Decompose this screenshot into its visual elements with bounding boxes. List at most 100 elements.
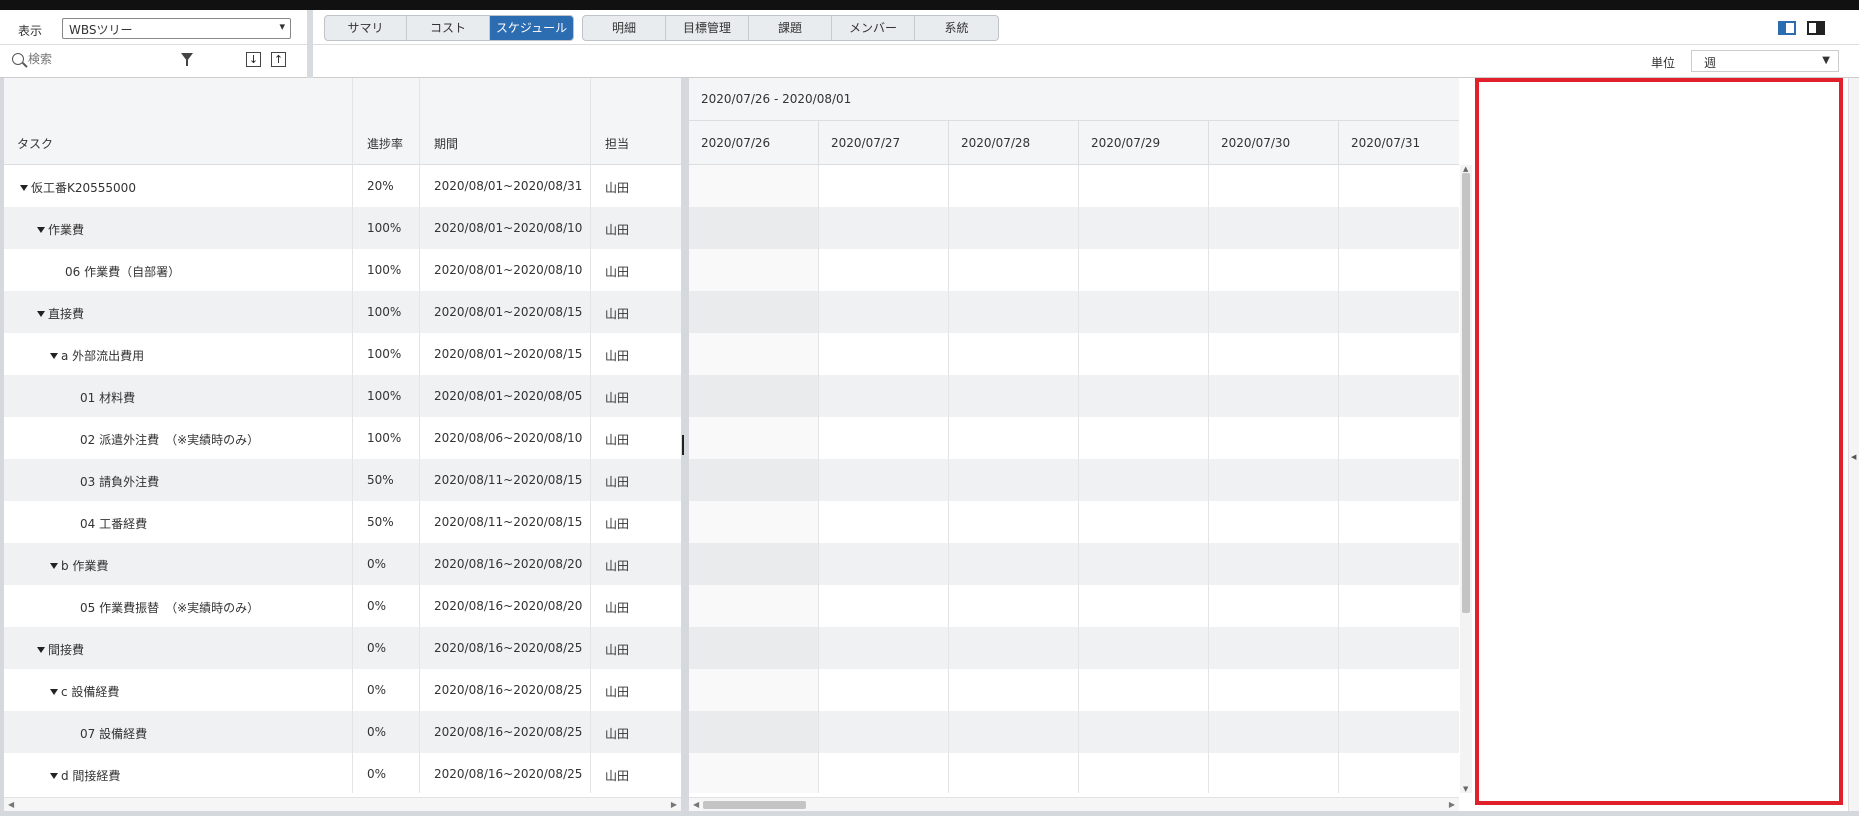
table-row[interactable]: b 作業費 0% 2020/08/16~2020/08/20 山田 (4, 543, 681, 585)
progress-cell: 50% (367, 515, 394, 529)
tab-5[interactable]: 系統 (915, 16, 998, 40)
period-cell: 2020/08/16~2020/08/25 (434, 767, 583, 781)
tab-3[interactable]: 課題 (749, 16, 832, 40)
gantt-horizontal-scrollbar[interactable]: ◀ ▶ (689, 797, 1459, 811)
expand-triangle-icon[interactable] (50, 773, 58, 779)
header-toolbar: 表示 WBSツリー ▾ サマリ コスト スケジュール 明細 目標管理 課題 メンバー 系統 (0, 10, 1859, 45)
detail-panel[interactable] (1475, 78, 1843, 805)
expand-triangle-icon[interactable] (50, 563, 58, 569)
progress-cell: 100% (367, 221, 402, 235)
task-name: d 間接経費 (61, 769, 121, 783)
task-name: 03 請負外注費 (80, 475, 160, 489)
gantt-gridline (1208, 165, 1209, 793)
expand-triangle-icon[interactable] (20, 185, 28, 191)
wbs-table-header: タスク 進捗率 期間 担当 (4, 78, 681, 165)
table-row[interactable]: 06 作業費（自部署） 100% 2020/08/01~2020/08/10 山田 (4, 249, 681, 291)
table-gantt-splitter[interactable] (681, 78, 689, 811)
table-row[interactable]: 03 請負外注費 50% 2020/08/11~2020/08/15 山田 (4, 459, 681, 501)
period-cell: 2020/08/16~2020/08/25 (434, 641, 583, 655)
table-row[interactable]: 作業費 100% 2020/08/01~2020/08/10 山田 (4, 207, 681, 249)
collapse-all-icon[interactable]: ↑ (271, 52, 286, 67)
table-row[interactable]: 07 設備経費 0% 2020/08/16~2020/08/25 山田 (4, 711, 681, 753)
scroll-up-icon[interactable]: ▲ (1463, 165, 1468, 173)
day-header: 2020/07/28 (949, 121, 1079, 165)
column-header-task[interactable]: タスク (17, 135, 53, 152)
gantt-vertical-scrollbar[interactable]: ▲ ▼ (1460, 165, 1472, 793)
column-header-period[interactable]: 期間 (434, 135, 458, 152)
task-cell: d 間接経費 (50, 767, 120, 784)
scroll-left-icon[interactable]: ◀ (8, 800, 14, 809)
expand-triangle-icon[interactable] (50, 689, 58, 695)
scroll-right-icon[interactable]: ▶ (1449, 800, 1455, 809)
unit-select[interactable]: 週 ▼ (1691, 50, 1839, 72)
tab-3[interactable]: スケジュール (490, 16, 573, 40)
task-name: 作業費 (48, 223, 85, 237)
table-row[interactable]: 仮工番K20555000 20% 2020/08/01~2020/08/31 山田 (4, 165, 681, 207)
search-input[interactable] (28, 52, 168, 66)
gantt-week-header: 2020/07/26 - 2020/08/01 (689, 78, 1459, 121)
expand-triangle-icon[interactable] (50, 353, 58, 359)
progress-cell: 50% (367, 473, 394, 487)
detail-panel-collapse[interactable]: ◀ (1848, 78, 1859, 811)
collapse-arrow-icon[interactable]: ◀ (1851, 453, 1856, 461)
expand-triangle-icon[interactable] (37, 311, 45, 317)
table-row[interactable]: 04 工番経費 50% 2020/08/11~2020/08/15 山田 (4, 501, 681, 543)
progress-cell: 100% (367, 305, 402, 319)
expand-triangle-icon[interactable] (37, 227, 45, 233)
chevron-down-icon: ▾ (279, 20, 285, 33)
splitter-grip[interactable] (682, 435, 684, 455)
gantt-gridline (1078, 165, 1079, 793)
day-header: 2020/07/30 (1209, 121, 1339, 165)
task-cell: 03 請負外注費 (80, 473, 159, 490)
task-name: 01 材料費 (80, 391, 136, 405)
column-header-owner[interactable]: 担当 (605, 135, 629, 152)
task-cell: 仮工番K20555000 (20, 179, 136, 196)
right-pane-layout-icon[interactable] (1807, 21, 1825, 35)
table-row[interactable]: 直接費 100% 2020/08/01~2020/08/15 山田 (4, 291, 681, 333)
tab-4[interactable]: メンバー (832, 16, 915, 40)
owner-cell: 山田 (605, 517, 630, 531)
task-cell: b 作業費 (50, 557, 108, 574)
table-row[interactable]: d 間接経費 0% 2020/08/16~2020/08/25 山田 (4, 753, 681, 793)
expand-all-icon[interactable]: ↓ (246, 52, 261, 67)
column-divider[interactable] (590, 78, 591, 793)
tab-1[interactable]: 明細 (583, 16, 666, 40)
day-header: 2020/07/31 (1339, 121, 1459, 165)
progress-cell: 20% (367, 179, 394, 193)
task-name: c 設備経費 (61, 685, 120, 699)
scrollbar-thumb[interactable] (703, 801, 806, 809)
owner-cell: 山田 (605, 181, 630, 195)
table-row[interactable]: 05 作業費振替 （※実績時のみ） 0% 2020/08/16~2020/08/20… (4, 585, 681, 627)
owner-cell: 山田 (605, 601, 630, 615)
task-name: 仮工番K20555000 (31, 181, 136, 195)
table-row[interactable]: 間接費 0% 2020/08/16~2020/08/25 山田 (4, 627, 681, 669)
tab-2[interactable]: コスト (407, 16, 490, 40)
column-header-progress[interactable]: 進捗率 (367, 135, 403, 152)
task-name: b 作業費 (61, 559, 109, 573)
period-cell: 2020/08/01~2020/08/05 (434, 389, 583, 403)
expand-triangle-icon[interactable] (37, 647, 45, 653)
table-row[interactable]: 01 材料費 100% 2020/08/01~2020/08/05 山田 (4, 375, 681, 417)
column-divider[interactable] (419, 78, 420, 793)
owner-cell: 山田 (605, 349, 630, 363)
period-cell: 2020/08/01~2020/08/15 (434, 347, 583, 361)
tab-1[interactable]: サマリ (325, 16, 407, 40)
weekend-shade (689, 165, 819, 793)
task-cell: 05 作業費振替 （※実績時のみ） (80, 599, 259, 616)
scroll-right-icon[interactable]: ▶ (671, 800, 677, 809)
scroll-down-icon[interactable]: ▼ (1463, 785, 1468, 793)
table-row[interactable]: 02 派遣外注費 （※実績時のみ） 100% 2020/08/06~2020/08/… (4, 417, 681, 459)
column-divider[interactable] (352, 78, 353, 793)
tab-2[interactable]: 目標管理 (666, 16, 749, 40)
gantt-gridline (818, 165, 819, 793)
display-select[interactable]: WBSツリー ▾ (62, 18, 291, 39)
table-row[interactable]: c 設備経費 0% 2020/08/16~2020/08/25 山田 (4, 669, 681, 711)
table-horizontal-scrollbar[interactable]: ◀ ▶ (4, 797, 681, 811)
period-cell: 2020/08/01~2020/08/10 (434, 221, 583, 235)
table-row[interactable]: a 外部流出費用 100% 2020/08/01~2020/08/15 山田 (4, 333, 681, 375)
left-panel-splitter-lower[interactable] (307, 45, 313, 78)
filter-icon[interactable] (181, 53, 193, 66)
scroll-left-icon[interactable]: ◀ (693, 800, 699, 809)
left-pane-layout-icon[interactable] (1778, 21, 1796, 35)
scrollbar-thumb[interactable] (1462, 173, 1470, 613)
